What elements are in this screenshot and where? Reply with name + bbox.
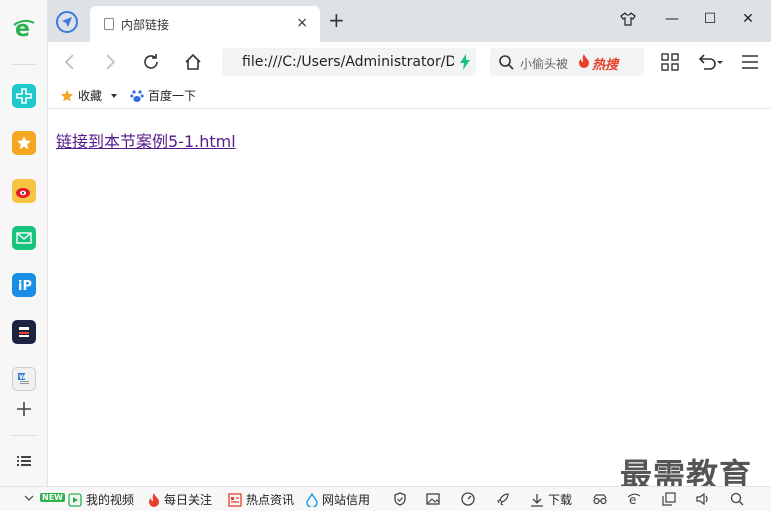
bookmark-favorites[interactable]: 收藏 bbox=[60, 87, 118, 104]
new-badge: NEW bbox=[40, 493, 65, 502]
status-hot-news[interactable]: 热点资讯 bbox=[228, 491, 294, 508]
mail-icon[interactable] bbox=[12, 226, 36, 250]
maximize-button[interactable]: ☐ bbox=[700, 11, 720, 27]
browser-window: e iP W 内部链接 × + — ☐ ✕ file:///C:/Users/A… bbox=[0, 0, 771, 511]
add-app-icon[interactable] bbox=[12, 397, 36, 421]
back-button[interactable] bbox=[58, 50, 82, 74]
bookmark-baidu[interactable]: 百度一下 bbox=[130, 87, 196, 104]
plus-cross-icon[interactable] bbox=[12, 84, 36, 108]
star-favorites-icon[interactable] bbox=[12, 131, 36, 155]
skin-shirt-icon[interactable] bbox=[618, 11, 638, 31]
apps-grid-icon[interactable] bbox=[658, 50, 682, 74]
status-label: 热点资讯 bbox=[246, 493, 295, 507]
news-app-icon[interactable] bbox=[12, 320, 36, 344]
ie-logo-icon[interactable]: e bbox=[12, 16, 36, 40]
star-icon bbox=[60, 89, 74, 101]
page-icon bbox=[104, 18, 114, 30]
address-url[interactable]: file:///C:/Users/Administrator/De bbox=[242, 54, 454, 70]
p-app-icon[interactable]: iP bbox=[12, 273, 36, 297]
sidebar-divider bbox=[12, 435, 36, 436]
search-placeholder: 小偷头被 bbox=[520, 57, 569, 71]
undo-dropdown-button[interactable] bbox=[694, 50, 726, 74]
tab-bar: 内部链接 × + — ☐ ✕ bbox=[48, 0, 771, 42]
search-box[interactable]: 小偷头被 热搜 bbox=[490, 48, 644, 76]
status-daily-focus[interactable]: 每日关注 bbox=[148, 491, 212, 508]
rocket-icon[interactable] bbox=[496, 492, 510, 506]
close-window-button[interactable]: ✕ bbox=[738, 11, 758, 27]
menu-list-icon[interactable] bbox=[12, 449, 36, 473]
home-button[interactable] bbox=[181, 50, 205, 74]
status-site-credit[interactable]: 网站信用 bbox=[306, 491, 370, 508]
caret-down-icon bbox=[111, 93, 118, 98]
address-bar[interactable]: file:///C:/Users/Administrator/De bbox=[222, 48, 476, 76]
fire-icon bbox=[578, 54, 590, 71]
ie-mode-icon[interactable]: e bbox=[627, 492, 641, 506]
glasses-icon[interactable] bbox=[593, 492, 607, 506]
tab-close-button[interactable]: × bbox=[296, 15, 308, 31]
hot-search-label[interactable]: 热搜 bbox=[592, 54, 618, 73]
bookmark-label: 百度一下 bbox=[148, 89, 197, 103]
status-label: 下载 bbox=[548, 493, 573, 507]
page-content: 链接到本节案例5-1.html 最需教育 bbox=[48, 110, 771, 494]
status-bar: NEW 我的视频 每日关注 热点资讯 网站信用 下载 e bbox=[0, 486, 771, 511]
sidebar-divider bbox=[12, 64, 36, 65]
zoom-search-icon[interactable] bbox=[730, 492, 744, 506]
speed-dial-icon[interactable] bbox=[461, 492, 475, 506]
fire-icon bbox=[149, 492, 159, 507]
minimize-button[interactable]: — bbox=[662, 11, 682, 27]
status-my-videos[interactable]: 我的视频 bbox=[68, 491, 134, 508]
navigation-compass-icon[interactable] bbox=[56, 11, 78, 33]
left-sidebar: e iP W bbox=[0, 0, 48, 486]
toolbar: file:///C:/Users/Administrator/De 小偷头被 热… bbox=[48, 42, 771, 82]
weibo-icon[interactable] bbox=[12, 179, 36, 203]
bookmarks-bar: 收藏 百度一下 bbox=[48, 82, 771, 109]
new-tab-button[interactable]: + bbox=[328, 10, 345, 30]
main-menu-icon[interactable] bbox=[738, 50, 762, 74]
bookmark-label: 收藏 bbox=[78, 89, 103, 103]
window-restore-icon[interactable] bbox=[662, 492, 676, 506]
shield-icon[interactable] bbox=[393, 492, 407, 506]
internal-link[interactable]: 链接到本节案例5-1.html bbox=[56, 128, 236, 152]
speaker-icon[interactable] bbox=[696, 492, 710, 506]
lightning-icon[interactable] bbox=[460, 54, 470, 73]
image-icon[interactable] bbox=[426, 492, 440, 506]
svg-text:iP: iP bbox=[18, 279, 32, 293]
news-icon bbox=[228, 492, 242, 507]
download-icon bbox=[531, 493, 543, 507]
svg-text:W: W bbox=[19, 374, 26, 381]
status-download[interactable]: 下载 bbox=[530, 491, 572, 508]
play-icon bbox=[68, 492, 82, 507]
baidu-paw-icon bbox=[130, 89, 144, 102]
status-label: 每日关注 bbox=[164, 493, 213, 507]
tab-title: 内部链接 bbox=[121, 18, 170, 32]
word-doc-icon[interactable]: W bbox=[12, 367, 36, 391]
chevron-down-icon[interactable] bbox=[22, 492, 36, 506]
droplet-icon bbox=[306, 492, 318, 507]
reload-button[interactable] bbox=[139, 50, 163, 74]
forward-button[interactable] bbox=[98, 50, 122, 74]
status-label: 网站信用 bbox=[322, 493, 371, 507]
tab-active[interactable]: 内部链接 × bbox=[90, 6, 320, 42]
status-label: 我的视频 bbox=[86, 493, 135, 507]
search-icon bbox=[498, 54, 514, 73]
